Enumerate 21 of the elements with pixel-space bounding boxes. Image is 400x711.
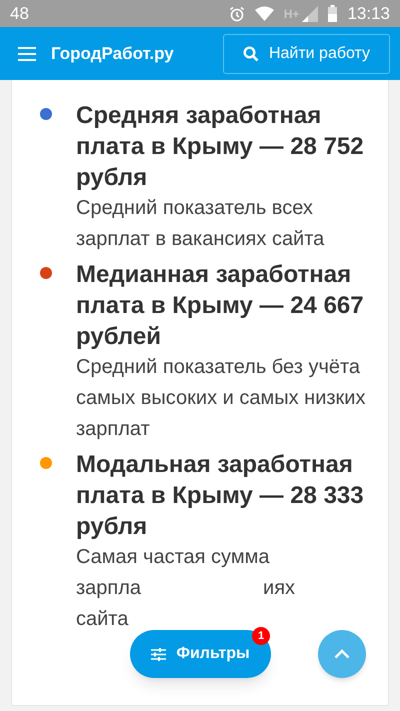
search-icon [242,46,259,62]
search-button[interactable]: Найти работу [223,34,390,74]
clock: 13:13 [347,2,390,25]
item-title: Модальная заработная плата в Крыму — 28 333 рубля [76,450,365,542]
battery-icon [328,5,338,22]
menu-icon[interactable] [18,46,36,60]
sliders-icon [151,648,166,660]
signal-icon [302,6,318,22]
notification-count: 48 [10,2,29,25]
wifi-icon [254,6,274,21]
item-title: Средняя заработная плата в Крыму — 28 752 рубля [76,101,365,193]
item-description: Самая частая сумма [76,545,270,570]
app-title[interactable]: ГородРабот.ру [51,40,174,66]
item-description: сайта [76,607,128,632]
alarm-icon [228,6,245,22]
item-description: иях [263,576,296,601]
item-title: Медианная заработная плата в Крыму — 24 667 рублей [76,260,365,352]
item-description: Средний показатель всех зарплат в вакансиях сайта [76,196,326,252]
chevron-up-icon [334,649,350,659]
item-description: зарпла [76,576,142,601]
item-description: Средний показатель без учёта самых высоких и самых низких зарплат [76,355,366,442]
